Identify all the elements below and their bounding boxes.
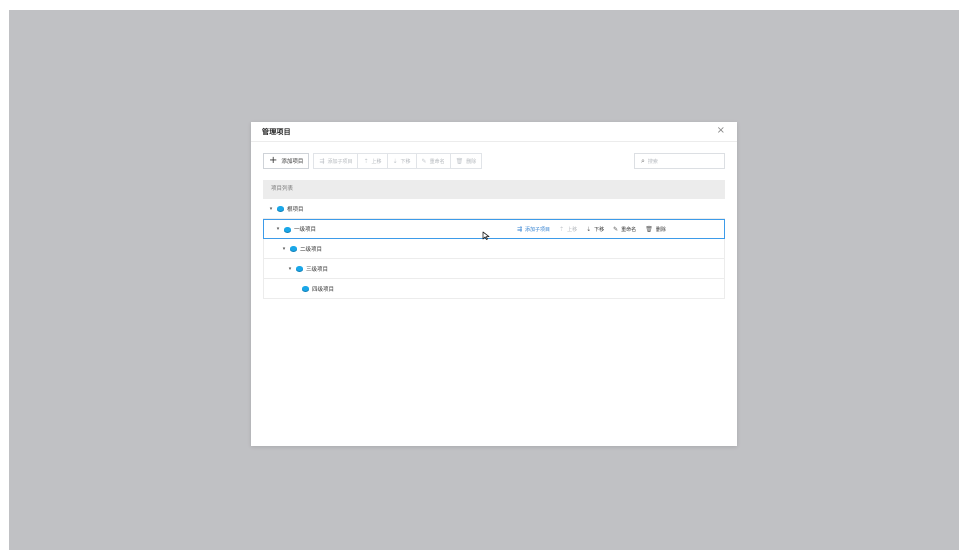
tree-node-label: 四级项目: [312, 286, 335, 293]
rename-icon: ✎: [613, 225, 619, 233]
move-down-icon: ⇣: [586, 225, 592, 233]
search-placeholder: 搜索: [647, 158, 658, 165]
project-node-icon: [290, 246, 297, 251]
move-up-label: 上移: [371, 158, 382, 165]
row-rename-label: 重命名: [621, 226, 637, 233]
expand-caret-icon[interactable]: ▾: [267, 206, 275, 212]
plus-icon: +: [269, 155, 278, 166]
close-icon[interactable]: ×: [717, 125, 725, 137]
row-rename-button[interactable]: ✎ 重命名: [613, 226, 636, 233]
dialog-header: 管理项目 ×: [251, 122, 737, 142]
tree-node-label: 三级项目: [306, 266, 329, 273]
mouse-cursor-icon: [482, 231, 490, 240]
tree-node-label: 根项目: [287, 206, 304, 213]
row-actions: ⇶ 添加子项目 ⇡ 上移 ⇣ 下移 ✎ 重命名 🗑 删除: [517, 220, 675, 238]
add-project-label: 添加项目: [281, 159, 304, 165]
tree-node-label: 一级项目: [294, 227, 317, 233]
project-node-icon: [277, 206, 284, 211]
row-add-child-label: 添加子项目: [525, 226, 551, 233]
add-child-button[interactable]: ⇶ 添加子项目: [314, 154, 359, 168]
add-project-button[interactable]: + 添加项目: [263, 153, 310, 169]
row-move-up-button[interactable]: ⇡ 上移: [559, 226, 577, 233]
project-node-icon: [302, 286, 309, 291]
move-up-button[interactable]: ⇡ 上移: [358, 154, 388, 168]
rename-icon: ✎: [421, 157, 427, 165]
project-node-icon: [296, 266, 303, 271]
tree-node-level3[interactable]: ▾ 三级项目: [263, 259, 725, 279]
move-up-icon: ⇡: [559, 225, 565, 233]
rename-label: 重命名: [429, 158, 445, 165]
row-move-down-button[interactable]: ⇣ 下移: [586, 226, 604, 233]
row-move-up-label: 上移: [567, 226, 578, 233]
tree-node-level4[interactable]: 四级项目: [263, 279, 725, 299]
expand-caret-icon[interactable]: ▾: [280, 246, 288, 252]
dialog-title: 管理项目: [262, 128, 291, 136]
add-child-label: 添加子项目: [327, 158, 353, 165]
move-down-icon: ⇣: [392, 157, 398, 165]
row-move-down-label: 下移: [594, 226, 605, 233]
delete-icon: 🗑: [455, 157, 464, 165]
move-down-button[interactable]: ⇣ 下移: [388, 154, 417, 168]
row-delete-button[interactable]: 🗑 删除: [645, 226, 666, 233]
move-down-label: 下移: [400, 158, 411, 165]
delete-icon: 🗑: [645, 225, 653, 233]
tree-node-root[interactable]: ▾ 根项目: [263, 199, 725, 219]
delete-label: 删除: [466, 158, 477, 165]
manage-projects-dialog: 管理项目 × + 添加项目 ⇶ 添加子项目 ⇡ 上移 ⇣ 下移 ✎ 重命名 🗑 …: [251, 122, 737, 446]
rename-button[interactable]: ✎ 重命名: [417, 154, 451, 168]
search-input[interactable]: ⌕ 搜索: [634, 153, 725, 169]
project-list-header: 项目列表: [263, 180, 725, 199]
add-child-icon: ⇶: [517, 225, 523, 233]
row-delete-label: 删除: [655, 226, 666, 233]
expand-caret-icon[interactable]: ▾: [274, 226, 282, 232]
add-child-icon: ⇶: [319, 157, 325, 165]
search-icon: ⌕: [641, 156, 645, 165]
project-tree: ▾ 根项目 ▾ 一级项目 ⇶ 添加子项目 ⇡ 上移 ⇣ 下移 ✎ 重命名 🗑 删…: [263, 199, 725, 299]
row-add-child-button[interactable]: ⇶ 添加子项目: [517, 226, 550, 233]
project-node-icon: [284, 226, 291, 232]
toolbar: + 添加项目 ⇶ 添加子项目 ⇡ 上移 ⇣ 下移 ✎ 重命名 🗑 删除: [263, 153, 483, 169]
tree-node-level1[interactable]: ▾ 一级项目 ⇶ 添加子项目 ⇡ 上移 ⇣ 下移 ✎ 重命名 🗑 删除: [263, 219, 725, 239]
tree-node-label: 二级项目: [300, 246, 323, 253]
expand-caret-icon[interactable]: ▾: [286, 266, 294, 272]
toolbar-button-group: ⇶ 添加子项目 ⇡ 上移 ⇣ 下移 ✎ 重命名 🗑 删除: [313, 153, 483, 169]
move-up-icon: ⇡: [363, 157, 369, 165]
delete-button[interactable]: 🗑 删除: [451, 154, 482, 168]
tree-node-level2[interactable]: ▾ 二级项目: [263, 239, 725, 259]
